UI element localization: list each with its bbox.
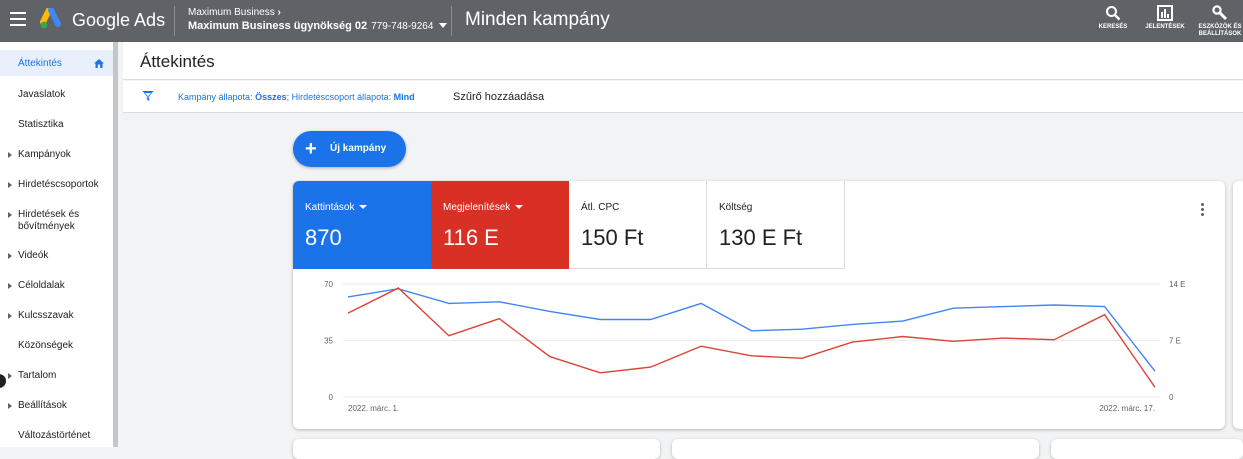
series-line-clicks bbox=[347, 288, 1156, 372]
chevron-down-icon bbox=[359, 205, 368, 209]
right-axis-tick: 0 bbox=[1169, 393, 1174, 402]
top-bar: Google Ads Maximum Business › Maximum Bu… bbox=[0, 0, 1243, 42]
reports-icon bbox=[1157, 5, 1173, 21]
sidebar-item-keywords[interactable]: Kulcsszavak bbox=[0, 309, 113, 323]
sidebar-item-videos[interactable]: Videók bbox=[0, 249, 113, 263]
chart-series bbox=[347, 287, 1156, 388]
divider bbox=[451, 6, 452, 36]
expand-arrow-icon bbox=[8, 313, 12, 319]
left-axis-tick: 0 bbox=[329, 393, 334, 402]
side-card bbox=[1233, 181, 1243, 429]
account-parent[interactable]: Maximum Business › bbox=[188, 7, 281, 18]
plus-icon: + bbox=[305, 138, 317, 160]
chevron-down-icon bbox=[439, 23, 448, 28]
new-campaign-button[interactable]: + Új kampány bbox=[293, 131, 406, 167]
expand-arrow-icon bbox=[8, 253, 12, 259]
performance-card: Kattintások 870 Megjelenítések 116 E Átl… bbox=[293, 181, 1225, 429]
metric-clicks[interactable]: Kattintások 870 bbox=[293, 181, 431, 269]
right-axis-tick: 14 E bbox=[1169, 280, 1185, 289]
sidebar: Áttekintés Javaslatok Statisztika Kampán… bbox=[0, 42, 118, 447]
bottom-card bbox=[293, 439, 660, 459]
metric-label: Megjelenítések bbox=[443, 202, 511, 213]
metric-label: Átl. CPC bbox=[581, 202, 620, 213]
sidebar-item-change-history[interactable]: Változástörténet bbox=[0, 429, 113, 443]
sidebar-item-landing-pages[interactable]: Céloldalak bbox=[0, 279, 113, 293]
metric-label: Költség bbox=[719, 202, 753, 213]
account-id: 779-748-9264 bbox=[371, 21, 434, 32]
expand-arrow-icon bbox=[8, 283, 12, 289]
sidebar-item-settings[interactable]: Beállítások bbox=[0, 399, 113, 413]
expand-arrow-icon bbox=[8, 403, 12, 409]
metric-value: 150 Ft bbox=[581, 225, 644, 250]
expand-arrow-icon bbox=[8, 152, 12, 158]
account-selector[interactable]: Maximum Business ügynökség 02 779-748-926… bbox=[188, 20, 448, 32]
reports-tool-button[interactable]: JELENTÉSEK bbox=[1140, 5, 1190, 31]
sidebar-item-overview[interactable]: Áttekintés bbox=[0, 50, 113, 76]
sidebar-item-ads-extensions[interactable]: Hirdetések és bővítmények bbox=[0, 208, 113, 234]
right-axis-ticks: 14 E 7 E 0 bbox=[1169, 280, 1185, 402]
left-axis-tick: 35 bbox=[324, 337, 333, 346]
bottom-card bbox=[672, 439, 1039, 459]
tools-settings-button[interactable]: ESZKÖZÖK ÉS BEÁLLÍTÁSOK bbox=[1195, 5, 1243, 38]
wrench-icon bbox=[1212, 5, 1228, 21]
sidebar-item-recommendations[interactable]: Javaslatok bbox=[0, 88, 113, 102]
page-heading: Minden kampány bbox=[465, 9, 610, 30]
active-filters[interactable]: Kampány állapota: Összes; Hirdetéscsopor… bbox=[178, 92, 415, 102]
app-name: Google Ads bbox=[72, 10, 166, 30]
sidebar-item-content[interactable]: Tartalom bbox=[0, 369, 113, 383]
page-title: Áttekintés bbox=[140, 52, 215, 71]
search-icon bbox=[1106, 6, 1121, 21]
menu-icon[interactable] bbox=[10, 12, 26, 26]
performance-chart: 70 35 0 14 E 7 E 0 2022. márc. 1. 2022. márc… bbox=[324, 280, 1185, 413]
add-filter-button[interactable]: Szűrő hozzáadása bbox=[453, 91, 544, 103]
x-tick-end: 2022. márc. 17. bbox=[1099, 404, 1155, 413]
home-icon bbox=[94, 59, 104, 68]
expand-arrow-icon bbox=[8, 212, 12, 218]
right-axis-tick: 7 E bbox=[1169, 337, 1181, 346]
sidebar-item-audiences[interactable]: Közönségek bbox=[0, 339, 113, 353]
expand-arrow-icon bbox=[8, 182, 12, 188]
left-axis-tick: 70 bbox=[324, 280, 333, 289]
google-ads-logo bbox=[40, 8, 61, 29]
metric-cost[interactable]: Költség 130 E Ft bbox=[707, 181, 845, 269]
metric-value: 116 E bbox=[443, 225, 499, 250]
chart-grid bbox=[343, 283, 1160, 398]
sidebar-item-ad-groups[interactable]: Hirdetéscsoportok bbox=[0, 178, 113, 192]
bottom-card bbox=[1051, 439, 1243, 459]
sidebar-item-insights[interactable]: Statisztika bbox=[0, 118, 113, 132]
metric-impressions[interactable]: Megjelenítések 116 E bbox=[431, 181, 569, 269]
expand-arrow-icon bbox=[8, 373, 12, 379]
chevron-down-icon bbox=[515, 205, 524, 209]
sidebar-item-label: Áttekintés bbox=[18, 58, 62, 69]
page-header: Áttekintés bbox=[123, 42, 1243, 80]
more-options-icon[interactable] bbox=[1201, 203, 1205, 218]
filter-bar: Kampány állapota: Összes; Hirdetéscsopor… bbox=[123, 81, 1243, 113]
metric-label: Kattintások bbox=[305, 202, 355, 213]
metric-value: 130 E Ft bbox=[719, 225, 803, 250]
metric-avg-cpc[interactable]: Átl. CPC 150 Ft bbox=[569, 181, 707, 269]
divider bbox=[174, 6, 175, 36]
metric-value: 870 bbox=[305, 225, 342, 250]
left-axis-ticks: 70 35 0 bbox=[324, 280, 333, 402]
sidebar-item-campaigns[interactable]: Kampányok bbox=[0, 148, 113, 162]
x-tick-start: 2022. márc. 1. bbox=[348, 404, 399, 413]
filter-icon[interactable] bbox=[142, 90, 154, 102]
search-tool-button[interactable]: KERESÉS bbox=[1088, 5, 1138, 31]
